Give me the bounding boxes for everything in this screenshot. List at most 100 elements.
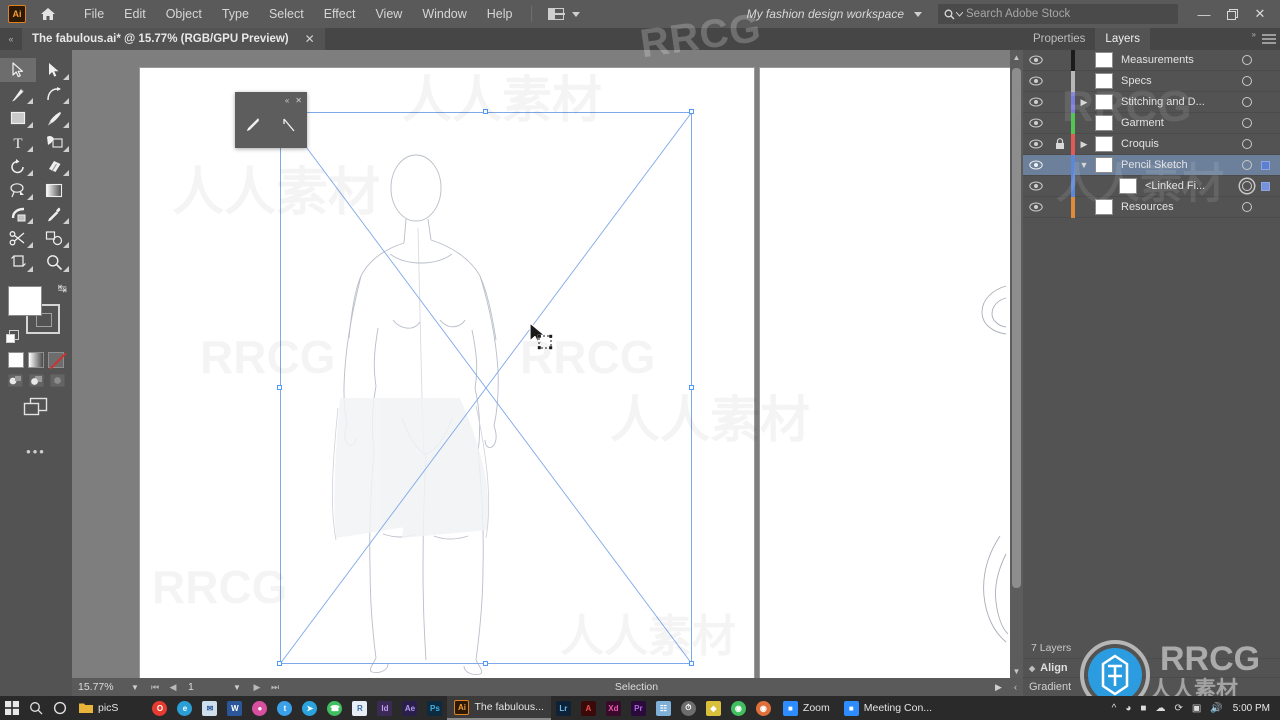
rotate-tool[interactable] <box>0 154 36 178</box>
layer-target-icon[interactable] <box>1242 97 1252 107</box>
paintbrush-tool[interactable] <box>36 106 72 130</box>
visibility-eye-icon[interactable] <box>1023 118 1049 128</box>
taskbar-app-lightroom[interactable]: Lr <box>551 696 576 720</box>
eyedropper-tool[interactable] <box>36 202 72 226</box>
visibility-eye-icon[interactable] <box>1023 181 1049 191</box>
opera-icon[interactable]: O <box>147 696 172 720</box>
taskbar-clock[interactable]: 5:00 PM <box>1229 703 1274 714</box>
cortana-icon[interactable] <box>48 696 72 720</box>
gradient-tool[interactable] <box>36 178 72 202</box>
mail-icon[interactable]: ✉ <box>197 696 222 720</box>
layer-row-pencil-sketch[interactable]: ▼ Pencil Sketch <box>1023 154 1280 176</box>
layer-name[interactable]: Specs <box>1121 75 1280 87</box>
taskbar-app-meeting[interactable]: ■ Meeting Con... <box>837 696 939 720</box>
aftereffects-icon[interactable]: Ae <box>397 696 422 720</box>
selection-handle-tr[interactable] <box>689 109 694 114</box>
first-artboard-icon[interactable]: ⏮ <box>146 682 164 693</box>
zoom-tool[interactable] <box>36 250 72 274</box>
visibility-eye-icon[interactable] <box>1023 97 1049 107</box>
show-hidden-icons[interactable]: ^ <box>1109 703 1120 714</box>
artboard-number-value[interactable]: 1 <box>182 681 226 693</box>
layer-name[interactable]: Pencil Sketch <box>1121 159 1280 171</box>
menu-object[interactable]: Object <box>156 0 212 28</box>
selection-handle-tc[interactable] <box>483 109 488 114</box>
next-artboard-icon[interactable]: ▶ <box>248 682 266 693</box>
taskbar-folder-picS[interactable]: picS <box>72 696 125 720</box>
taskbar-app-illustrator[interactable]: Ai The fabulous... <box>447 696 551 720</box>
rectangle-tool[interactable] <box>0 106 36 130</box>
status-play-icon[interactable]: ▶ <box>995 682 1002 693</box>
sync-icon[interactable]: ⟳ <box>1171 703 1185 714</box>
screen-mode-icon[interactable] <box>23 397 49 422</box>
layer-name[interactable]: <Linked Fi... <box>1145 180 1280 192</box>
draw-normal-button[interactable] <box>7 373 24 387</box>
scissors-tool[interactable] <box>0 226 36 250</box>
selection-tool[interactable] <box>0 58 36 82</box>
artboard-chevron-down-icon[interactable]: ▼ <box>226 683 248 692</box>
selection-handle-mr[interactable] <box>689 385 694 390</box>
taskbar-app-acrobat[interactable]: A <box>576 696 601 720</box>
messenger-icon[interactable]: ● <box>247 696 272 720</box>
selection-handle-bc[interactable] <box>483 661 488 666</box>
width-tool[interactable] <box>0 202 36 226</box>
layer-row-croquis[interactable]: ▶ Croquis <box>1023 133 1280 155</box>
floating-tool-panel[interactable]: « ✕ <box>235 92 307 148</box>
layer-name[interactable]: Measurements <box>1121 54 1280 66</box>
zoom-level-value[interactable]: 15.77% <box>72 681 124 693</box>
draw-behind-button[interactable] <box>28 373 45 387</box>
selection-handle-bl[interactable] <box>277 661 282 666</box>
swap-fill-stroke-icon[interactable]: ↹ <box>58 282 67 295</box>
blend-tool[interactable] <box>36 226 72 250</box>
last-artboard-icon[interactable]: ⏭ <box>266 682 284 693</box>
telegram-icon[interactable]: ➤ <box>297 696 322 720</box>
layer-row-linked-file[interactable]: <Linked Fi... <box>1023 175 1280 197</box>
visibility-eye-icon[interactable] <box>1023 160 1049 170</box>
close-button[interactable]: ✕ <box>1246 0 1274 28</box>
bridge-icon[interactable]: R <box>347 696 372 720</box>
layer-name[interactable]: Garment <box>1121 117 1280 129</box>
taskbar-app-chrome[interactable]: ◉ <box>726 696 751 720</box>
indesign-icon[interactable]: Id <box>372 696 397 720</box>
layer-selection-indicator[interactable] <box>1261 160 1270 170</box>
layer-row-stitching-and-details[interactable]: ▶ Stitching and D... <box>1023 91 1280 113</box>
menu-effect[interactable]: Effect <box>314 0 366 28</box>
onedrive-icon[interactable]: ☁ <box>1152 703 1168 714</box>
zoom-chevron-down-icon[interactable]: ▼ <box>124 683 146 692</box>
layer-selection-indicator[interactable] <box>1261 181 1270 191</box>
shape-builder-tool[interactable] <box>36 130 72 154</box>
artboard-1[interactable] <box>140 68 754 678</box>
close-icon[interactable]: ✕ <box>305 32 315 46</box>
search-adobe-stock-input[interactable]: Search Adobe Stock <box>938 4 1178 24</box>
color-swatch-button[interactable] <box>8 352 24 368</box>
scroll-up-icon[interactable]: ▲ <box>1010 50 1023 64</box>
arrange-documents-button[interactable] <box>540 8 588 20</box>
type-tool[interactable]: T <box>0 130 36 154</box>
direct-selection-tool[interactable] <box>36 58 72 82</box>
tab-properties[interactable]: Properties <box>1023 28 1095 50</box>
taskbar-app-zoom[interactable]: ■ Zoom <box>776 696 837 720</box>
layer-name[interactable]: Resources <box>1121 201 1280 213</box>
line-segment-tool[interactable] <box>280 116 298 139</box>
taskbar-app-clock[interactable]: ⏱ <box>676 696 701 720</box>
curvature-tool[interactable] <box>36 82 72 106</box>
layer-target-icon[interactable] <box>1242 139 1252 149</box>
battery-icon[interactable]: ■ <box>1137 703 1149 714</box>
menu-window[interactable]: Window <box>412 0 476 28</box>
layer-target-icon[interactable] <box>1242 202 1252 212</box>
layer-row-resources[interactable]: Resources <box>1023 196 1280 218</box>
twitter-icon[interactable]: t <box>272 696 297 720</box>
fill-swatch[interactable] <box>8 286 42 316</box>
word-icon[interactable]: W <box>222 696 247 720</box>
windows-start-icon[interactable] <box>0 696 24 720</box>
scrollbar-thumb[interactable] <box>1012 68 1021 588</box>
layer-target-icon[interactable] <box>1242 118 1252 128</box>
gradient-swatch-button[interactable] <box>28 352 44 368</box>
layer-target-icon[interactable] <box>1242 160 1252 170</box>
collapse-left-icon[interactable]: « <box>0 28 22 50</box>
menu-view[interactable]: View <box>365 0 412 28</box>
selection-handle-ml[interactable] <box>277 385 282 390</box>
home-icon[interactable] <box>36 0 60 28</box>
status-more-icon[interactable]: ‹ <box>1014 682 1017 693</box>
linked-placed-image-bounds[interactable] <box>277 109 694 666</box>
close-icon[interactable]: ✕ <box>295 96 302 105</box>
